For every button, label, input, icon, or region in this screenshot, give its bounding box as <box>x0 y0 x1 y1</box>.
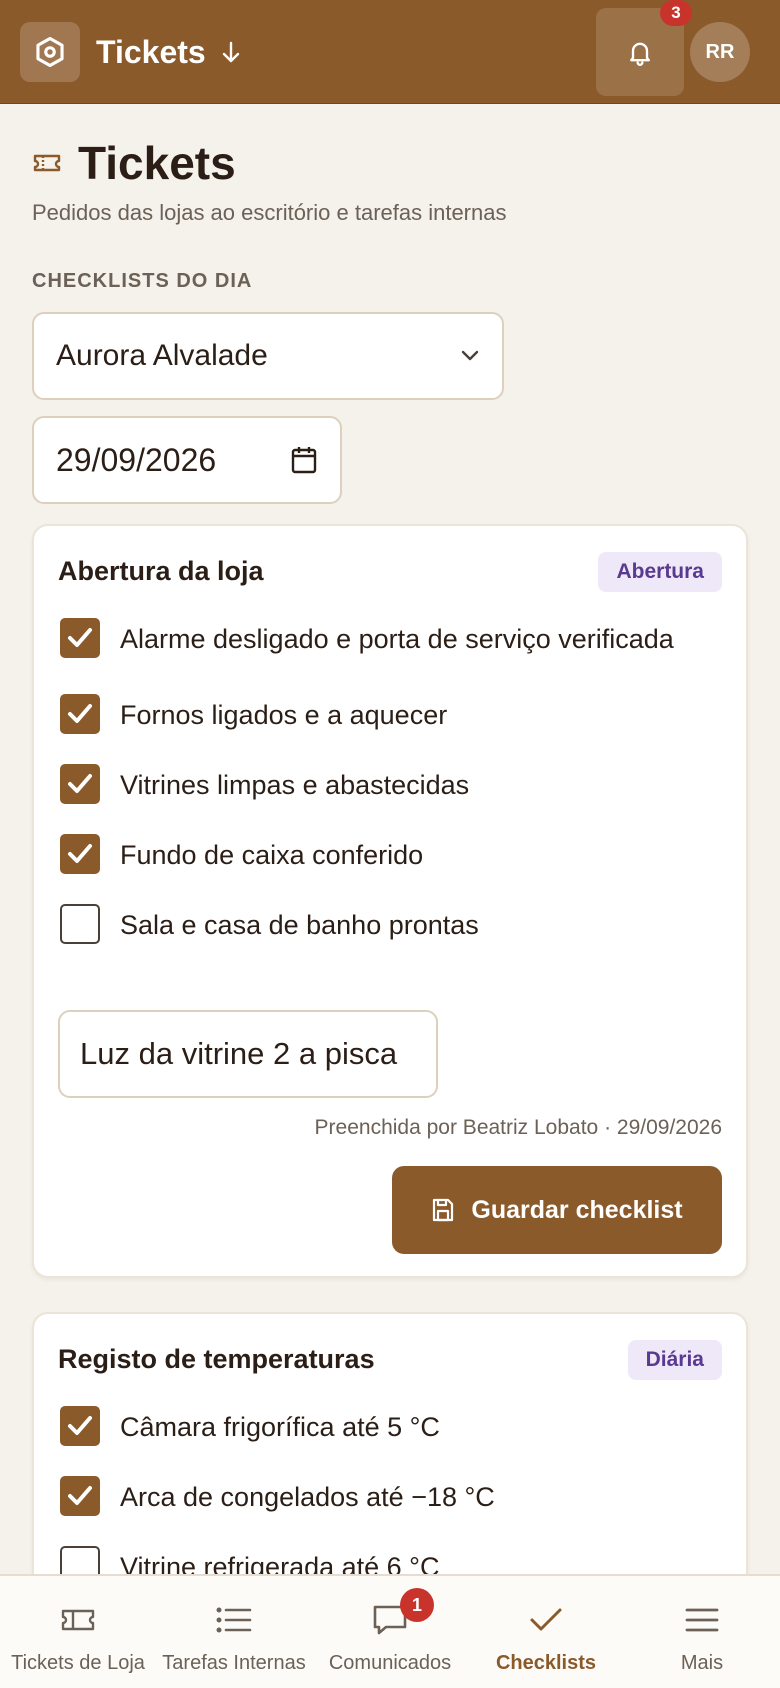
ticket-icon <box>61 1609 95 1631</box>
checkbox-checked[interactable] <box>60 834 100 874</box>
nav-label: Tarefas Internas <box>162 1652 306 1674</box>
check-icon <box>68 774 92 793</box>
app-title: Tickets <box>96 33 206 70</box>
checklist-item[interactable]: Vitrines limpas e abastecidas <box>60 764 720 806</box>
checklist-item[interactable]: Alarme desligado e porta de serviço veri… <box>60 618 720 660</box>
page-header: Tickets <box>32 136 236 190</box>
nav-mais[interactable]: Mais <box>624 1576 780 1688</box>
save-checklist-label: Guardar checklist <box>471 1195 683 1224</box>
checkbox-checked[interactable] <box>60 1406 100 1446</box>
chevron-down-icon <box>461 350 479 361</box>
checklist-item-label: Fornos ligados e a aquecer <box>120 700 448 730</box>
nav-label: Mais <box>680 1652 724 1674</box>
checklist-card-abertura: Abertura da loja Abertura Alarme desliga… <box>32 524 748 1278</box>
checklist-title: Abertura da loja <box>58 556 264 586</box>
list-icon <box>216 1607 252 1633</box>
nav-tickets-de-loja[interactable]: Tickets de Loja <box>0 1576 156 1688</box>
checklist-item-label: Sala e casa de banho prontas <box>120 910 479 940</box>
check-icon <box>68 704 92 723</box>
nav-label: Checklists <box>495 1652 597 1674</box>
checklist-item-label: Arca de congelados até −18 °C <box>120 1482 495 1512</box>
store-select[interactable]: Aurora Alvalade <box>32 312 504 400</box>
check-icon <box>68 1416 92 1435</box>
checkbox-checked[interactable] <box>60 764 100 804</box>
checkbox-checked[interactable] <box>60 1476 100 1516</box>
notification-count-badge: 3 <box>660 0 692 26</box>
arrow-down-icon <box>222 41 239 63</box>
check-icon <box>68 844 92 863</box>
save-icon <box>433 1198 454 1222</box>
checkbox-checked[interactable] <box>60 618 100 658</box>
calendar-icon[interactable] <box>290 445 318 475</box>
checklist-item-label: Alarme desligado e porta de serviço veri… <box>120 624 674 654</box>
nav-label: Tickets de Loja <box>11 1652 145 1674</box>
checklist-item[interactable]: Fornos ligados e a aquecer <box>60 694 720 736</box>
app-switcher[interactable]: Tickets <box>96 30 242 74</box>
store-select-value: Aurora Alvalade <box>56 339 268 372</box>
checklist-note-field[interactable]: Luz da vitrine 2 a pisca <box>58 1010 438 1098</box>
checklist-note-value: Luz da vitrine 2 a pisca <box>80 1036 398 1071</box>
date-field[interactable]: 29/09/2026 <box>32 416 342 504</box>
menu-icon <box>685 1608 719 1632</box>
checklist-item-label: Fundo de caixa conferido <box>120 840 424 870</box>
bottom-navigation: Tickets de Loja Tarefas Internas Comunic… <box>0 1574 780 1688</box>
checkbox-unchecked[interactable] <box>60 904 100 944</box>
checklist-tag: Abertura <box>598 552 722 592</box>
nav-tarefas-internas[interactable]: Tarefas Internas <box>156 1576 312 1688</box>
checklist-title: Registo de temperaturas <box>58 1344 375 1374</box>
comunicados-badge: 1 <box>400 1588 434 1622</box>
hexagon-logo-icon <box>36 36 64 68</box>
check-icon <box>68 628 92 647</box>
checklist-item-label: Vitrines limpas e abastecidas <box>120 770 470 800</box>
date-value: 29/09/2026 <box>56 441 217 478</box>
checklist-tag: Diária <box>627 1340 722 1380</box>
nav-comunicados[interactable]: Comunicados 1 <box>312 1576 468 1688</box>
page-subtitle: Pedidos das lojas ao escritório e tarefa… <box>32 200 507 225</box>
checklist-item[interactable]: Sala e casa de banho prontas <box>60 904 720 946</box>
section-label: CHECKLISTS DO DIA <box>32 270 253 292</box>
checklist-item[interactable]: Arca de congelados até −18 °C <box>60 1476 720 1518</box>
app-logo-button[interactable] <box>20 22 80 82</box>
page-title: Tickets <box>78 137 236 189</box>
check-icon <box>68 1486 92 1505</box>
bell-icon <box>630 42 650 66</box>
nav-checklists[interactable]: Checklists <box>468 1576 624 1688</box>
checklist-item-label: Câmara frigorífica até 5 °C <box>120 1412 440 1442</box>
nav-label: Comunicados <box>328 1652 452 1674</box>
user-avatar[interactable]: RR <box>690 22 750 82</box>
checklist-item[interactable]: Fundo de caixa conferido <box>60 834 720 876</box>
top-app-bar: Tickets 3 RR <box>0 0 780 104</box>
checklist-item[interactable]: Câmara frigorífica até 5 °C <box>60 1406 720 1448</box>
checkbox-checked[interactable] <box>60 694 100 734</box>
save-checklist-button[interactable]: Guardar checklist <box>392 1166 722 1254</box>
ticket-icon <box>33 154 61 172</box>
filled-by-text: Preenchida por Beatriz Lobato · 29/09/20… <box>314 1116 722 1139</box>
check-icon <box>530 1608 562 1631</box>
